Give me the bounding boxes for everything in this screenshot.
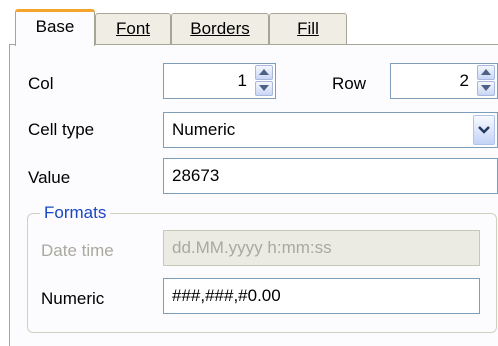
tab-font-label: Font: [115, 19, 151, 38]
col-label: Col: [28, 74, 54, 93]
col-decrement-button[interactable]: [255, 81, 273, 96]
chevron-down-icon: [478, 126, 490, 134]
arrow-down-icon: [259, 85, 269, 91]
tab-fill[interactable]: Fill: [269, 13, 347, 45]
cell-type-dropdown-button[interactable]: [473, 115, 495, 145]
tab-base[interactable]: Base: [15, 9, 95, 46]
value-input[interactable]: 28673: [163, 158, 498, 194]
value-label: Value: [28, 168, 71, 187]
row-label: Row: [332, 74, 367, 93]
cell-type-label: Cell type: [28, 120, 95, 139]
numeric-label: Numeric: [41, 289, 105, 308]
date-time-label: Date time: [41, 241, 114, 260]
tab-base-label: Base: [35, 17, 75, 36]
row-decrement-button[interactable]: [477, 81, 495, 96]
cell-type-value: Numeric: [172, 120, 236, 139]
arrow-down-icon: [481, 85, 491, 91]
col-increment-button[interactable]: [255, 65, 273, 80]
row-increment-button[interactable]: [477, 65, 495, 80]
formats-group-title: Formats: [40, 202, 111, 224]
arrow-up-icon: [259, 69, 269, 75]
tab-fill-label: Fill: [297, 19, 319, 38]
tab-bar: Base Font Borders Fill: [0, 0, 498, 50]
numeric-format-input[interactable]: ###,###,#0.00: [163, 278, 480, 314]
date-time-input[interactable]: dd.MM.yyyy h:mm:ss: [163, 230, 480, 266]
tab-borders-label: Borders: [190, 19, 250, 38]
tab-borders[interactable]: Borders: [171, 13, 269, 45]
arrow-up-icon: [481, 69, 491, 75]
tab-font[interactable]: Font: [95, 13, 171, 45]
cell-type-select[interactable]: Numeric: [163, 112, 498, 148]
